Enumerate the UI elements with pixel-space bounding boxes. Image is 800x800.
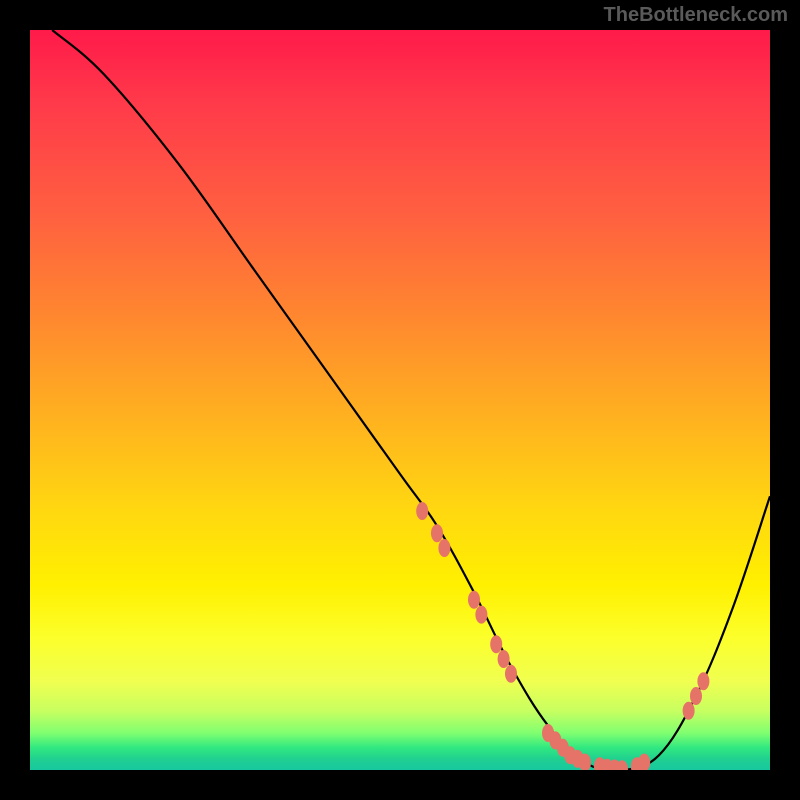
data-marker: [697, 672, 709, 690]
plot-area: [30, 30, 770, 770]
chart-svg: [30, 30, 770, 770]
data-marker: [498, 650, 510, 668]
data-marker: [490, 635, 502, 653]
data-marker: [468, 591, 480, 609]
data-marker: [690, 687, 702, 705]
data-marker: [438, 539, 450, 557]
data-marker: [505, 665, 517, 683]
curve-line: [52, 30, 770, 770]
data-marker: [638, 754, 650, 770]
markers-group: [416, 502, 709, 770]
data-marker: [431, 524, 443, 542]
data-marker: [475, 606, 487, 624]
data-marker: [416, 502, 428, 520]
data-marker: [683, 702, 695, 720]
watermark-text: TheBottleneck.com: [604, 4, 788, 27]
